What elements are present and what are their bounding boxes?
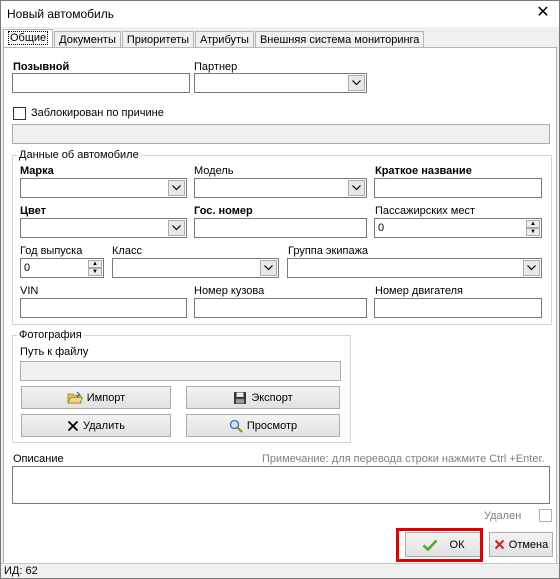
crew-group-label: Группа экипажа [288, 245, 369, 257]
delete-button[interactable]: Удалить [21, 414, 171, 437]
chevron-down-icon[interactable] [523, 260, 540, 276]
short-name-label: Краткое название [375, 165, 472, 177]
body-number-label: Номер кузова [194, 285, 265, 297]
tab-documents[interactable]: Документы [54, 31, 121, 48]
brand-label: Марка [20, 165, 54, 177]
color-label: Цвет [20, 205, 47, 217]
tab-external-monitoring[interactable]: Внешняя система мониторинга [254, 31, 425, 48]
car-data-group-title: Данные об автомобиле [17, 149, 141, 161]
year-label: Год выпуска [20, 245, 83, 257]
blocked-label: Заблокирован по причине [31, 107, 164, 119]
year-value: 0 [24, 262, 31, 274]
floppy-disk-icon [233, 391, 247, 405]
status-bar: ИД: 62 [1, 563, 559, 578]
callsign-label: Позывной [13, 61, 70, 73]
short-name-input[interactable] [374, 178, 542, 198]
photo-group-title: Фотография [17, 329, 84, 341]
tab-priorities[interactable]: Приоритеты [121, 31, 195, 48]
cancel-button[interactable]: Отмена [489, 532, 553, 557]
title-bar: Новый автомобиль ✕ [1, 1, 559, 27]
model-label: Модель [194, 165, 234, 177]
magnifier-icon [229, 419, 243, 433]
blocked-reason-input[interactable] [12, 124, 550, 144]
plate-input[interactable] [194, 218, 367, 238]
file-path-label: Путь к файлу [20, 346, 89, 358]
view-label: Просмотр [246, 419, 298, 432]
chevron-down-icon[interactable] [348, 180, 365, 196]
delete-x-icon [67, 420, 79, 432]
engine-number-label: Номер двигателя [375, 285, 464, 297]
blocked-checkbox[interactable] [13, 107, 26, 120]
chevron-down-icon[interactable] [348, 75, 365, 91]
file-path-input[interactable] [20, 361, 341, 381]
ok-button-highlight [396, 528, 483, 562]
seats-label: Пассажирских мест [375, 205, 475, 217]
chevron-down-icon[interactable] [168, 220, 185, 236]
description-textarea[interactable] [12, 466, 550, 504]
folder-open-icon [67, 391, 83, 405]
partner-label: Партнер [194, 61, 238, 73]
window-title: Новый автомобиль [7, 7, 114, 21]
delete-label: Удалить [83, 419, 125, 432]
spin-arrows-icon[interactable]: ▲ ▼ [88, 260, 102, 276]
description-hint: Примечание: для перевода строки нажмите … [262, 453, 545, 465]
general-panel: Позывной Партнер Заблокирован по причине… [3, 47, 557, 566]
tab-strip: Общие Документы Приоритеты Атрибуты Внеш… [3, 29, 425, 48]
vin-input[interactable] [20, 298, 187, 318]
year-spinbox[interactable]: 0 ▲ ▼ [20, 258, 104, 278]
partner-select[interactable] [194, 73, 367, 93]
seats-value: 0 [378, 222, 385, 234]
description-label: Описание [13, 453, 64, 465]
cancel-x-icon [494, 539, 505, 550]
plate-label: Гос. номер [194, 205, 253, 217]
body-number-input[interactable] [194, 298, 367, 318]
callsign-input[interactable] [12, 73, 190, 93]
export-button[interactable]: Экспорт [186, 386, 340, 409]
dialog-window: Новый автомобиль ✕ Общие Документы Приор… [0, 0, 560, 579]
chevron-down-icon[interactable] [168, 180, 185, 196]
view-button[interactable]: Просмотр [186, 414, 340, 437]
tab-general[interactable]: Общие [3, 29, 54, 48]
chevron-down-icon[interactable] [260, 260, 277, 276]
record-id-text: ИД: 62 [4, 565, 38, 577]
cancel-label: Отмена [508, 538, 549, 551]
import-button[interactable]: Импорт [21, 386, 171, 409]
vin-label: VIN [20, 285, 39, 297]
engine-number-input[interactable] [374, 298, 542, 318]
spin-arrows-icon[interactable]: ▲ ▼ [526, 220, 540, 236]
deleted-checkbox[interactable] [539, 509, 552, 522]
brand-select[interactable] [20, 178, 187, 198]
seats-spinbox[interactable]: 0 ▲ ▼ [374, 218, 542, 238]
deleted-label: Удален [484, 510, 522, 522]
color-select[interactable] [20, 218, 187, 238]
class-select[interactable] [112, 258, 279, 278]
tab-attributes[interactable]: Атрибуты [195, 31, 254, 48]
import-label: Импорт [86, 391, 126, 404]
model-select[interactable] [194, 178, 367, 198]
close-icon[interactable]: ✕ [535, 5, 551, 21]
class-label: Класс [112, 245, 142, 257]
crew-group-select[interactable] [287, 258, 542, 278]
export-label: Экспорт [251, 391, 293, 404]
